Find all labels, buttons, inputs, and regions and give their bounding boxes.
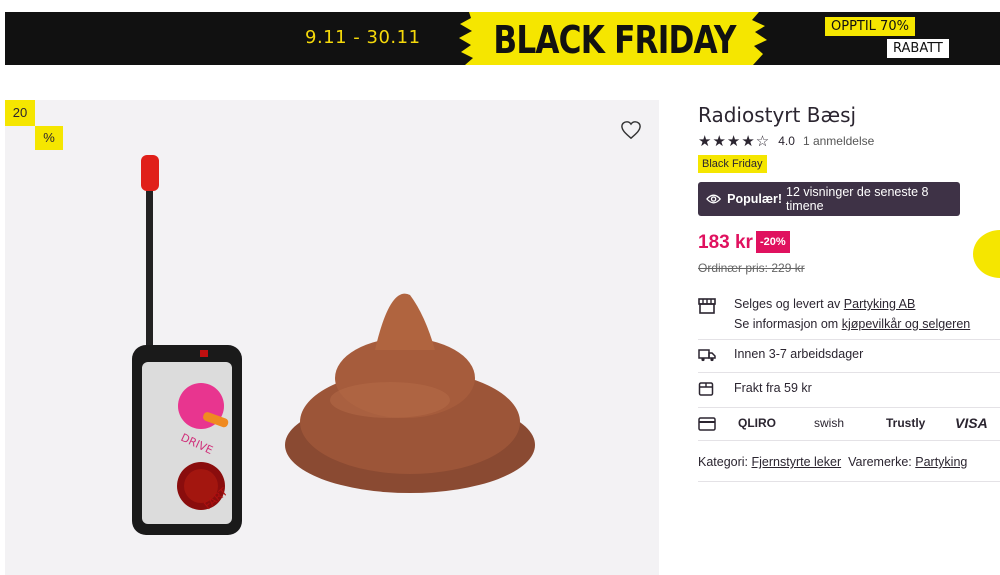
eye-icon	[706, 194, 722, 204]
popular-text: 12 visninger de seneste 8 timene	[786, 185, 929, 213]
banner-rabatt-label: RABATT	[887, 39, 949, 58]
credit-card-icon	[698, 417, 716, 431]
seller-info-text: Se informasjon om kjøpevilkår og selgere…	[734, 317, 970, 331]
banner-title: BLACK FRIDAY	[493, 18, 736, 62]
rating-value: 4.0	[778, 134, 795, 148]
poop-tip	[375, 293, 435, 350]
truck-icon	[698, 349, 716, 362]
category-link[interactable]: Fjernstyrte leker	[752, 455, 842, 469]
delivery-text: Innen 3-7 arbeidsdager	[734, 347, 864, 361]
product-image: DRIVE FART	[132, 155, 535, 535]
terms-link[interactable]: kjøpevilkår og selgeren	[842, 317, 971, 331]
category-label: Kategori:	[698, 455, 749, 469]
poop-highlight	[330, 382, 450, 418]
sold-by-prefix: Selges og levert av	[734, 297, 841, 311]
black-friday-tag: Black Friday	[698, 155, 767, 173]
banner-dates: 9.11 - 30.11	[305, 27, 421, 48]
banner-title-block: BLACK FRIDAY	[457, 12, 772, 65]
remote-antenna	[146, 180, 153, 365]
price: 183 kr	[698, 232, 753, 253]
chat-bubble-button[interactable]	[973, 230, 1000, 278]
shipping-row: Frakt fra 59 kr	[698, 380, 1000, 408]
sold-by-text: Selges og levert av Partyking AB	[734, 297, 915, 311]
rating-stars-icon: ★★★★☆	[698, 133, 771, 150]
banner-upto-label: OPPTIL 70%	[825, 17, 915, 36]
swish-logo: swish	[814, 416, 845, 430]
trustly-logo: Trustly	[886, 416, 926, 430]
old-price: Ordinær pris: 229 kr	[698, 261, 805, 275]
seller-info-prefix: Se informasjon om	[734, 317, 839, 331]
rating-row[interactable]: ★★★★☆ 4.0 1 anmeldelse	[698, 132, 874, 150]
visa-logo: VISA	[955, 415, 988, 431]
store-icon	[698, 298, 716, 314]
price-discount-badge: -20%	[756, 231, 790, 253]
seller-link[interactable]: Partyking AB	[844, 297, 916, 311]
discount-badge-percent: %	[35, 126, 63, 150]
remote-antenna-tip	[141, 155, 159, 191]
product-title: Radiostyrt Bæsj	[698, 103, 857, 127]
popular-bold: Populær!	[727, 192, 783, 206]
brand-link[interactable]: Partyking	[915, 455, 967, 469]
category-row: Kategori: Fjernstyrte leker Varemerke: P…	[698, 455, 1000, 482]
delivery-row: Innen 3-7 arbeidsdager	[698, 346, 1000, 373]
promo-banner[interactable]: 9.11 - 30.11 BLACK FRIDAY OPPTIL 70% RAB…	[5, 12, 1000, 65]
package-icon	[698, 382, 714, 396]
discount-badge-number: 20	[5, 100, 35, 126]
seller-row: Selges og levert av Partyking AB Se info…	[698, 296, 1000, 340]
brand-label: Varemerke:	[848, 455, 912, 469]
qliro-logo: QLIRO	[738, 416, 776, 430]
popular-notice: Populær! 12 visninger de seneste 8 timen…	[698, 182, 960, 216]
wishlist-heart-icon[interactable]	[620, 120, 642, 140]
review-count-link[interactable]: 1 anmeldelse	[803, 134, 874, 148]
remote-led	[200, 350, 208, 357]
payment-methods: QLIRO swish Trustly VISA	[698, 407, 1000, 441]
shipping-text: Frakt fra 59 kr	[734, 381, 812, 395]
